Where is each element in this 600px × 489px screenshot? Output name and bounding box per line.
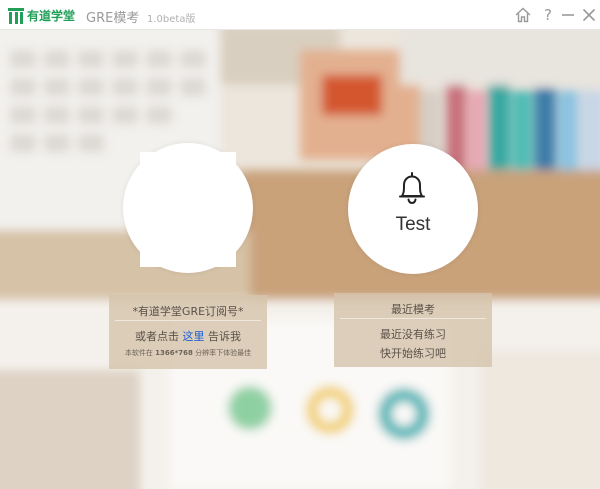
app-title: GRE模考 <box>86 11 140 26</box>
title-bar[interactable]: 有道学堂 GRE模考 1.0beta版 ? <box>0 0 600 30</box>
background-photo <box>0 30 600 489</box>
help-icon: ? <box>544 6 552 24</box>
feedback-line: 或者点击 这里 告诉我 <box>109 328 267 344</box>
recent-tests-panel: 最近模考 最近没有练习 快开始练习吧 <box>334 293 492 367</box>
test-button[interactable]: Test <box>348 144 478 274</box>
close-icon <box>582 8 596 22</box>
note-suffix: 分辨率下体验最佳 <box>195 349 252 357</box>
home-button[interactable] <box>514 6 532 24</box>
recent-tests-title: 最近模考 <box>391 303 435 316</box>
brand-name: 有道学堂 <box>27 9 76 23</box>
note-resolution: 1366*768 <box>155 349 193 357</box>
app-version: 1.0beta版 <box>147 14 196 25</box>
feedback-prefix: 或者点击 <box>135 330 179 343</box>
qr-code <box>140 152 236 267</box>
divider <box>340 318 486 319</box>
subscription-title: *有道学堂GRE订阅号* <box>132 305 244 318</box>
minimize-icon <box>562 14 574 16</box>
recent-tests-empty: 最近没有练习 <box>380 328 446 341</box>
feedback-link[interactable]: 这里 <box>183 330 205 343</box>
background-illustration <box>0 30 600 489</box>
resolution-note: 本软件在 1366*768 分辨率下体验最佳 <box>109 348 267 358</box>
help-button[interactable]: ? <box>539 6 557 24</box>
brand: 有道学堂 <box>8 7 75 24</box>
note-prefix: 本软件在 <box>124 349 153 357</box>
bell-icon <box>399 172 425 205</box>
feedback-suffix: 告诉我 <box>208 330 241 343</box>
subscription-panel: *有道学堂GRE订阅号* 或者点击 这里 告诉我 本软件在 1366*768 分… <box>109 295 267 369</box>
test-label: Test <box>395 214 431 235</box>
minimize-button[interactable] <box>559 6 577 24</box>
recent-tests-prompt: 快开始练习吧 <box>380 347 446 360</box>
home-icon <box>515 7 531 23</box>
close-button[interactable] <box>580 6 598 24</box>
divider <box>115 320 261 321</box>
youdao-logo-icon <box>8 7 24 24</box>
